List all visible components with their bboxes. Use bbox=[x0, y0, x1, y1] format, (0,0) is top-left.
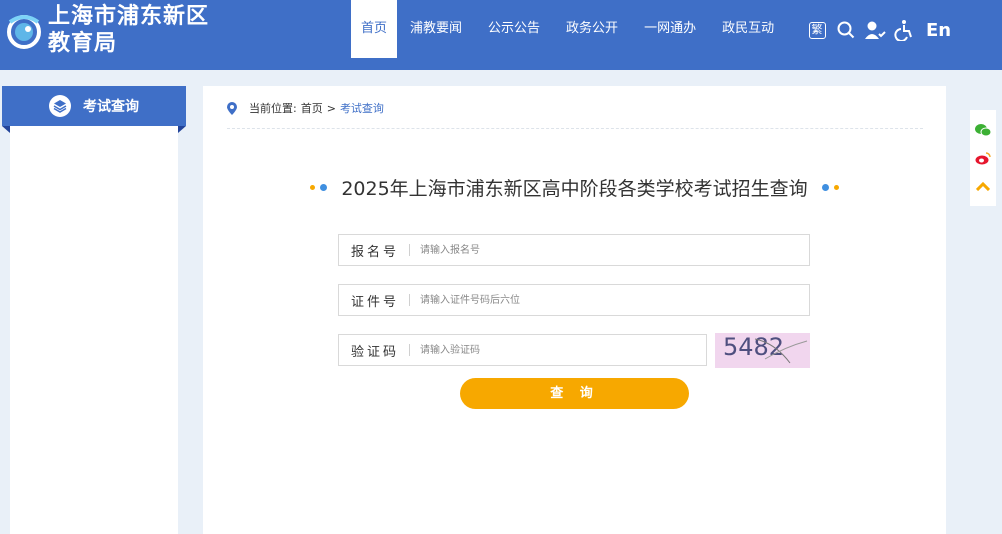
header-tools: 繁 En bbox=[806, 16, 951, 44]
accessibility-icon bbox=[894, 20, 912, 41]
breadcrumb: 当前位置: 首页 > 考试查询 bbox=[227, 100, 384, 116]
sidebar-tab-label: 考试查询 bbox=[83, 99, 139, 115]
breadcrumb-prefix: 当前位置: bbox=[249, 102, 297, 115]
captcha-input[interactable] bbox=[420, 336, 706, 364]
user-button[interactable] bbox=[864, 19, 886, 41]
layers-icon bbox=[49, 95, 71, 117]
registration-number-field: 报名号 bbox=[338, 234, 810, 266]
traditional-chinese-icon: 繁 bbox=[808, 21, 826, 39]
nav-government-affairs[interactable]: 政务公开 bbox=[553, 0, 631, 58]
breadcrumb-divider bbox=[227, 128, 923, 129]
sidebar-tab-exam-query[interactable]: 考试查询 bbox=[2, 86, 186, 133]
registration-number-input[interactable] bbox=[420, 236, 809, 264]
wechat-button[interactable] bbox=[973, 120, 993, 140]
title-dots-right bbox=[821, 184, 839, 191]
captcha-label: 验证码 bbox=[351, 344, 400, 360]
form-title: 2025年上海市浦东新区高中阶段各类学校考试招生查询 bbox=[341, 178, 808, 200]
site-logo-text[interactable]: 上海市浦东新区 教育局 bbox=[48, 3, 209, 57]
chevron-up-icon bbox=[976, 181, 990, 191]
tab-ear-left bbox=[2, 126, 10, 133]
title-dots-left bbox=[310, 184, 328, 191]
breadcrumb-home[interactable]: 首页 bbox=[301, 100, 323, 116]
logo-icon[interactable] bbox=[4, 10, 44, 50]
breadcrumb-separator: > bbox=[326, 101, 336, 115]
id-number-field: 证件号 bbox=[338, 284, 810, 316]
tab-ear-right bbox=[178, 126, 186, 133]
captcha-field: 验证码 bbox=[338, 334, 707, 366]
wechat-icon bbox=[975, 124, 991, 137]
english-button[interactable]: En bbox=[926, 19, 951, 41]
weibo-button[interactable] bbox=[973, 148, 993, 168]
field-separator bbox=[409, 244, 410, 256]
accessibility-button[interactable] bbox=[893, 19, 915, 41]
site-header: 上海市浦东新区 教育局 首页 浦教要闻 公示公告 政务公开 一网通办 政民互动 … bbox=[0, 0, 1002, 70]
logo-line1: 上海市浦东新区 bbox=[48, 4, 210, 29]
id-number-label: 证件号 bbox=[351, 294, 400, 310]
id-number-input[interactable] bbox=[420, 286, 809, 314]
user-icon bbox=[865, 21, 886, 39]
floating-toolbar bbox=[970, 110, 996, 206]
nav-online-services[interactable]: 一网通办 bbox=[631, 0, 709, 58]
nav-announcements[interactable]: 公示公告 bbox=[475, 0, 553, 58]
sidebar: 考试查询 bbox=[2, 86, 186, 534]
captcha-image[interactable]: 5482 bbox=[715, 333, 810, 368]
main-nav: 首页 浦教要闻 公示公告 政务公开 一网通办 政民互动 bbox=[351, 0, 787, 58]
search-icon bbox=[837, 21, 855, 39]
breadcrumb-current[interactable]: 考试查询 bbox=[340, 100, 384, 116]
submit-query-button[interactable]: 查 询 bbox=[460, 378, 689, 409]
captcha-noise bbox=[754, 338, 808, 364]
field-separator bbox=[409, 344, 410, 356]
logo-line2: 教育局 bbox=[48, 31, 118, 56]
registration-number-label: 报名号 bbox=[351, 244, 400, 260]
main-content: 当前位置: 首页 > 考试查询 2025年上海市浦东新区高中阶段各类学校考试招生… bbox=[203, 86, 946, 534]
weibo-icon bbox=[975, 152, 991, 165]
back-to-top-button[interactable] bbox=[973, 176, 993, 196]
traditional-chinese-button[interactable]: 繁 bbox=[806, 19, 828, 41]
nav-news[interactable]: 浦教要闻 bbox=[397, 0, 475, 58]
form-title-row: 2025年上海市浦东新区高中阶段各类学校考试招生查询 bbox=[203, 174, 946, 201]
field-separator bbox=[409, 294, 410, 306]
search-button[interactable] bbox=[835, 19, 857, 41]
location-pin-icon bbox=[227, 101, 237, 115]
nav-interaction[interactable]: 政民互动 bbox=[709, 0, 787, 58]
nav-home[interactable]: 首页 bbox=[351, 0, 398, 58]
